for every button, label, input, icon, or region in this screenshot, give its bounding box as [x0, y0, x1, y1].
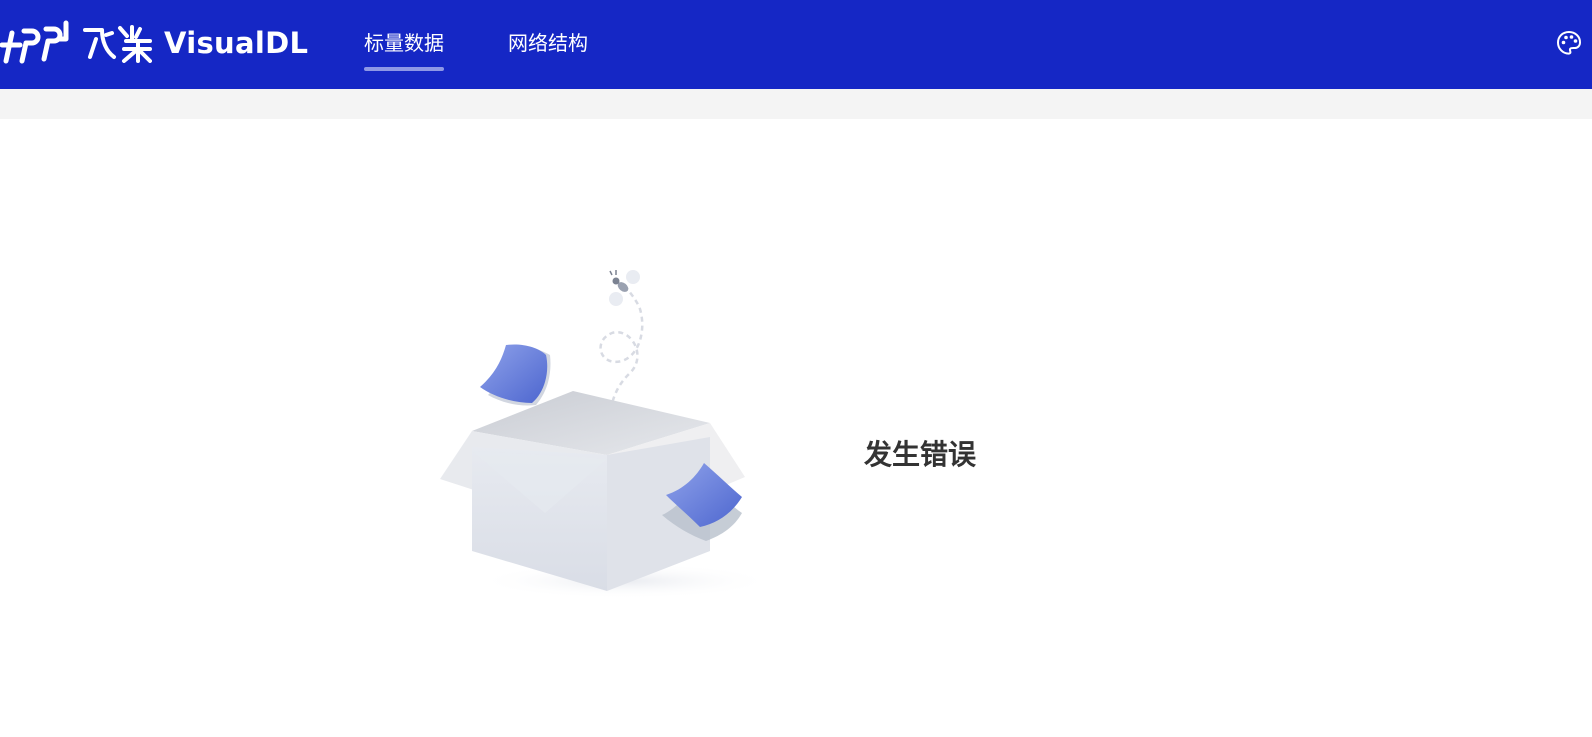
empty-box-illustration	[440, 270, 775, 599]
main-content: 发生错误	[0, 119, 1592, 737]
subheader-bar	[0, 89, 1592, 119]
paper-left-icon	[480, 344, 551, 406]
paddle-logo-icon	[0, 20, 69, 64]
theme-button[interactable]	[1556, 30, 1582, 56]
tab-graph[interactable]: 网络结构	[508, 27, 588, 71]
tab-scalars[interactable]: 标量数据	[364, 27, 444, 71]
top-navbar: 飞桨 VisualDL 标量数据 网络结构	[0, 0, 1592, 89]
brand-name: VisualDL	[164, 26, 309, 60]
error-message: 发生错误	[864, 438, 977, 471]
app-logo[interactable]: 飞桨 VisualDL	[0, 17, 308, 69]
brand-cn-glyphs: 飞桨	[83, 25, 152, 63]
palette-icon	[1556, 30, 1582, 55]
